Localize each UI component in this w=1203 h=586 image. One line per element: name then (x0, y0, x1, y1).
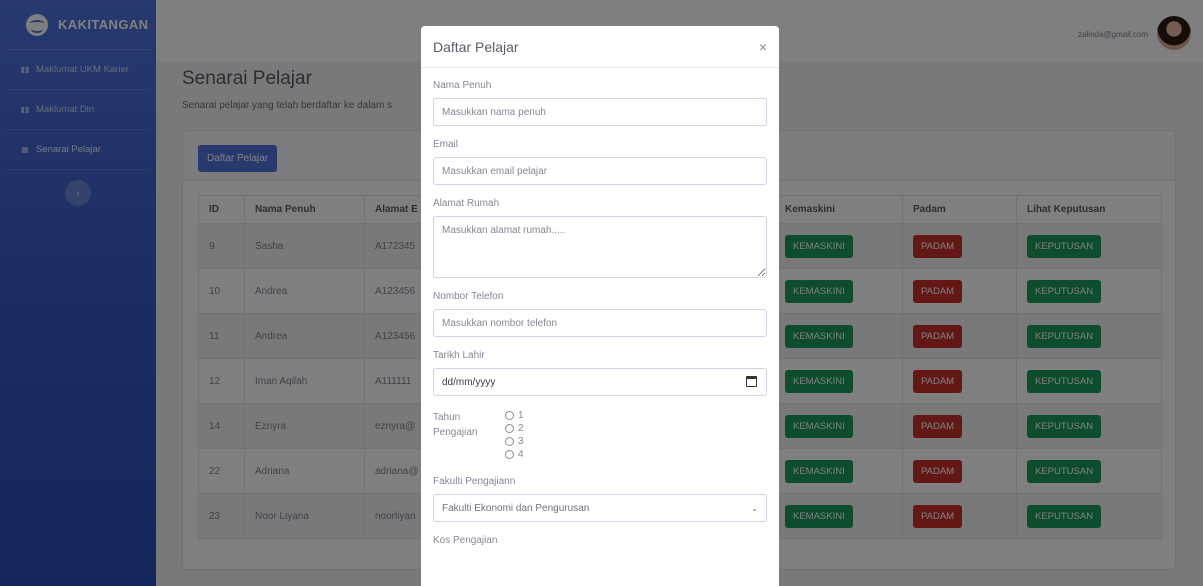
modal-body: Nama Penuh Email Alamat Rumah Nombor Tel… (421, 68, 779, 546)
year-option-label: 4 (518, 448, 524, 460)
year-label-line-2: Pengajian (433, 427, 478, 438)
year-option-2[interactable]: 2 (505, 422, 524, 434)
phone-input[interactable] (433, 309, 767, 337)
dob-input[interactable]: dd/mm/yyyy (433, 368, 767, 396)
address-textarea[interactable] (433, 216, 767, 278)
address-label: Alamat Rumah (433, 198, 500, 209)
modal-header: Daftar Pelajar × (421, 26, 779, 68)
calendar-icon[interactable] (746, 376, 757, 387)
year-of-study-label: Tahun Pengajian (433, 409, 505, 460)
radio-button[interactable] (505, 410, 514, 420)
radio-button[interactable] (505, 449, 514, 459)
phone-label: Nombor Telefon (433, 291, 504, 302)
faculty-selected-value: Fakulti Ekonomi dan Pengurusan (442, 502, 590, 514)
name-label: Nama Penuh (433, 80, 492, 91)
faculty-label: Fakulti Pengajiann (433, 476, 516, 487)
radio-button[interactable] (505, 436, 514, 446)
faculty-select[interactable]: Fakulti Ekonomi dan Pengurusan ⌄ (433, 494, 767, 522)
chevron-down-icon: ⌄ (751, 503, 758, 513)
dob-label: Tarikh Lahir (433, 350, 485, 361)
year-option-4[interactable]: 4 (505, 448, 524, 460)
year-of-study-group: Tahun Pengajian 1 2 3 4 (433, 409, 767, 460)
year-option-label: 2 (518, 422, 524, 434)
course-label: Kos Pengajian (433, 535, 498, 546)
dob-value: dd/mm/yyyy (442, 376, 496, 388)
radio-button[interactable] (505, 423, 514, 433)
email-input[interactable] (433, 157, 767, 185)
close-icon[interactable]: × (759, 39, 767, 55)
year-option-1[interactable]: 1 (505, 409, 524, 421)
dob-date-picker[interactable]: dd/mm/yyyy (433, 368, 767, 396)
register-student-modal: Daftar Pelajar × Nama Penuh Email Alamat… (421, 26, 779, 586)
year-option-label: 1 (518, 409, 524, 421)
year-radio-list: 1 2 3 4 (505, 409, 524, 460)
email-label: Email (433, 139, 459, 150)
year-label-line-1: Tahun (433, 412, 461, 423)
modal-title: Daftar Pelajar (433, 38, 519, 55)
year-option-3[interactable]: 3 (505, 435, 524, 447)
year-option-label: 3 (518, 435, 524, 447)
name-input[interactable] (433, 98, 767, 126)
